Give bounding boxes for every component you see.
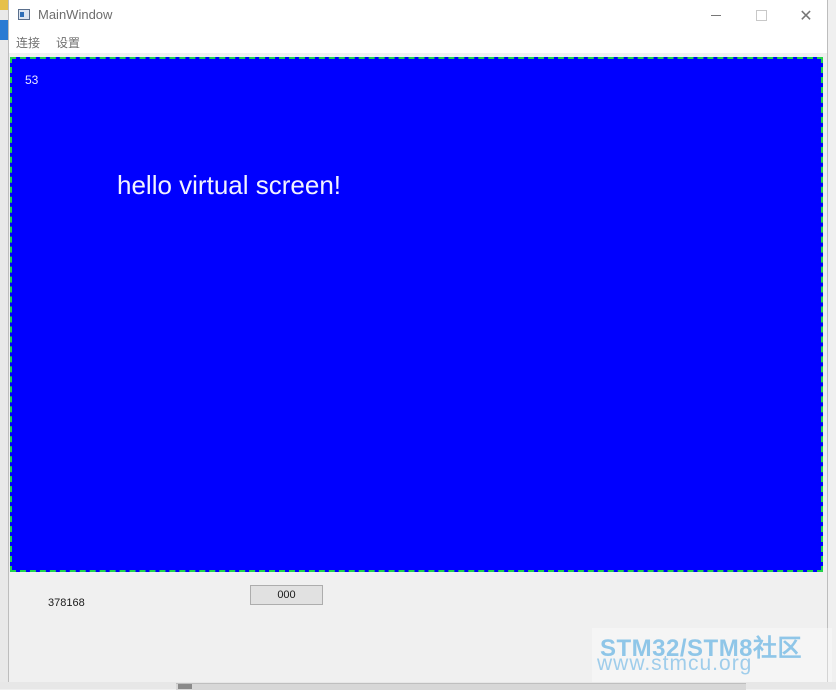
desktop-folder-fragment	[0, 0, 8, 10]
desktop-app-fragment	[0, 20, 8, 40]
minimize-icon	[711, 15, 721, 16]
desktop-background-left	[0, 0, 8, 689]
virtual-screen-frame: 53 hello virtual screen!	[10, 57, 823, 572]
virtual-screen[interactable]: 53 hello virtual screen!	[15, 62, 818, 567]
background-window-icon	[178, 684, 192, 689]
desktop-background-bottom	[0, 682, 836, 690]
title-bar[interactable]: MainWindow ✕	[9, 0, 827, 31]
watermark-url: www.stmcu.org	[597, 652, 753, 675]
maximize-icon	[755, 10, 767, 21]
close-button[interactable]: ✕	[783, 0, 829, 31]
minimize-button[interactable]	[693, 0, 739, 31]
screen-message: hello virtual screen!	[117, 170, 341, 200]
frame-counter: 53	[25, 73, 39, 87]
close-icon: ✕	[799, 6, 813, 25]
status-value: 378168	[48, 597, 85, 609]
menu-settings[interactable]: 设置	[56, 34, 80, 51]
maximize-button[interactable]	[738, 0, 784, 31]
window-app-icon[interactable]	[18, 9, 30, 20]
window-title: MainWindow	[38, 7, 113, 22]
action-button[interactable]: 000	[250, 585, 323, 605]
main-window: MainWindow ✕ 连接 设置 53 hello virtual scre…	[8, 0, 828, 682]
menu-bar: 连接 设置	[9, 31, 827, 53]
menu-connect[interactable]: 连接	[16, 34, 40, 51]
watermark: STM32/STM8社区 www.stmcu.org	[592, 628, 832, 682]
